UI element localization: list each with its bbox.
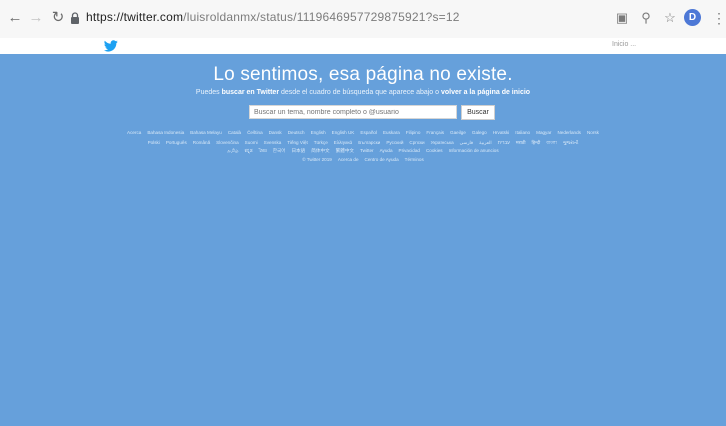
footer-link[interactable]: Acerca de bbox=[338, 157, 359, 162]
footer-link[interactable]: Português bbox=[166, 140, 187, 145]
search-input[interactable] bbox=[249, 105, 457, 119]
footer-link[interactable]: বাংলা bbox=[546, 140, 557, 145]
footer-link[interactable]: Italiano bbox=[515, 130, 530, 135]
footer-link[interactable]: Español bbox=[360, 130, 377, 135]
page-title: Lo sentimos, esa página no existe. bbox=[213, 64, 513, 85]
footer-link[interactable]: Ayuda bbox=[380, 148, 393, 153]
footer-link[interactable]: Slovenčina bbox=[216, 140, 238, 145]
home-link[interactable]: volver a la página de inicio bbox=[441, 89, 530, 96]
footer-link[interactable]: Gaeilge bbox=[450, 130, 466, 135]
footer-link[interactable]: Norsk bbox=[587, 130, 599, 135]
star-icon[interactable]: ☆ bbox=[662, 10, 678, 26]
footer-link[interactable]: Български bbox=[358, 140, 380, 145]
footer-link[interactable]: Română bbox=[193, 140, 210, 145]
translate-icon[interactable]: ▣ bbox=[614, 10, 630, 26]
footer-link[interactable]: Acerca bbox=[127, 130, 141, 135]
profile-avatar[interactable]: D bbox=[684, 9, 701, 26]
footer-link[interactable]: ગુજરાતી bbox=[563, 140, 579, 145]
footer-link[interactable]: Galego bbox=[472, 130, 487, 135]
footer-link[interactable]: 日本語 bbox=[291, 148, 305, 153]
footer-link[interactable]: Suomi bbox=[245, 140, 258, 145]
reload-icon[interactable]: ↻ bbox=[49, 9, 67, 27]
footer-link[interactable]: Dansk bbox=[269, 130, 282, 135]
subtitle-prefix: Puedes bbox=[195, 89, 220, 96]
footer-link[interactable]: Cookies bbox=[426, 148, 443, 153]
footer-link[interactable]: தமிழ் bbox=[227, 148, 238, 153]
footer-link[interactable]: Privacidad bbox=[399, 148, 420, 153]
footer-link[interactable]: Centro de Ayuda bbox=[365, 157, 399, 162]
footer-link[interactable]: English bbox=[311, 130, 326, 135]
footer-link[interactable]: ಕನ್ನಡ bbox=[245, 148, 253, 153]
footer-link[interactable]: Información de anuncios bbox=[449, 148, 499, 153]
twitter-bird-icon[interactable] bbox=[104, 40, 118, 52]
footer-link[interactable]: Polski bbox=[148, 140, 160, 145]
footer-link[interactable]: हिन्दी bbox=[532, 140, 541, 145]
footer-link[interactable]: Deutsch bbox=[288, 130, 305, 135]
url-host: https://twitter.com bbox=[86, 10, 184, 24]
footer-languages-row-1: Acerca Bahasa Indonesia Bahasa Melayu Catal… bbox=[0, 130, 726, 135]
footer-link[interactable]: English UK bbox=[332, 130, 355, 135]
search-twitter-link[interactable]: buscar en Twitter bbox=[222, 89, 279, 96]
footer-link[interactable]: Català bbox=[228, 130, 241, 135]
language-selector[interactable]: Inicio ... bbox=[612, 41, 636, 48]
arrow-right-icon[interactable]: → bbox=[27, 9, 45, 27]
arrow-left-icon[interactable]: ← bbox=[6, 9, 24, 27]
footer-link[interactable]: Русский bbox=[386, 140, 403, 145]
footer-link[interactable]: العربية bbox=[479, 140, 492, 145]
error-page-body: Lo sentimos, esa página no existe. Puede… bbox=[0, 54, 726, 426]
magnifier-icon[interactable]: ⚲ bbox=[638, 10, 654, 26]
footer-link[interactable]: Hrvatski bbox=[493, 130, 510, 135]
page-subtitle: Puedes buscar en Twitter desde el cuadro… bbox=[0, 89, 726, 96]
footer-copyright-row: © Twitter 2019 Acerca de Centro de Ayuda Té… bbox=[0, 157, 726, 162]
browser-toolbar: ← → ↻ https://twitter.com/luisroldanmx/s… bbox=[0, 0, 726, 39]
search-button[interactable]: Buscar bbox=[461, 105, 495, 120]
footer-link[interactable]: Српски bbox=[409, 140, 424, 145]
footer-link[interactable]: עברית bbox=[498, 140, 510, 145]
footer-languages-row-2: Polski Português Română Slovenčina Suomi Sven… bbox=[0, 139, 726, 147]
kebab-menu-icon[interactable]: ⋮ bbox=[712, 10, 726, 26]
footer-link[interactable]: Magyar bbox=[536, 130, 551, 135]
footer-link[interactable]: Nederlands bbox=[557, 130, 581, 135]
footer-link[interactable]: मराठी bbox=[516, 140, 526, 145]
copyright-text: © Twitter 2019 bbox=[302, 157, 332, 162]
footer-link[interactable]: Bahasa Melayu bbox=[190, 130, 222, 135]
footer-link[interactable]: Twitter bbox=[360, 148, 374, 153]
address-bar[interactable]: https://twitter.com/luisroldanmx/status/… bbox=[86, 10, 460, 24]
footer-link[interactable]: Svenska bbox=[264, 140, 282, 145]
footer-link[interactable]: Čeština bbox=[247, 130, 263, 135]
footer-link[interactable]: فارسی bbox=[460, 140, 474, 145]
footer-link[interactable]: Filipino bbox=[406, 130, 421, 135]
twitter-header: Inicio ... bbox=[0, 38, 726, 54]
footer-link[interactable]: Euskara bbox=[383, 130, 400, 135]
footer-link[interactable]: Türkçe bbox=[314, 140, 328, 145]
subtitle-middle: desde el cuadro de búsqueda que aparece … bbox=[281, 89, 440, 96]
footer-link[interactable]: 简体中文 bbox=[311, 148, 329, 153]
url-path: /luisroldanmx/status/1119646957729875921… bbox=[183, 10, 460, 24]
footer-languages-row-3: தமிழ் ಕನ್ನಡ ไทย 한국어 日本語 简体中文 繁體中文 Twitter Ayuda P… bbox=[0, 148, 726, 155]
footer-link[interactable]: 한국어 bbox=[273, 148, 286, 153]
footer-link[interactable]: Українська bbox=[431, 140, 454, 145]
footer-link[interactable]: Tiếng Việt bbox=[287, 140, 307, 145]
footer-link[interactable]: ไทย bbox=[259, 148, 267, 153]
footer-link[interactable]: Términos bbox=[405, 157, 424, 162]
lock-icon bbox=[71, 12, 79, 24]
footer-link[interactable]: Bahasa Indonesia bbox=[147, 130, 184, 135]
footer-link[interactable]: Ελληνικά bbox=[334, 140, 352, 145]
footer-link[interactable]: 繁體中文 bbox=[336, 148, 354, 153]
footer-link[interactable]: Français bbox=[426, 130, 444, 135]
